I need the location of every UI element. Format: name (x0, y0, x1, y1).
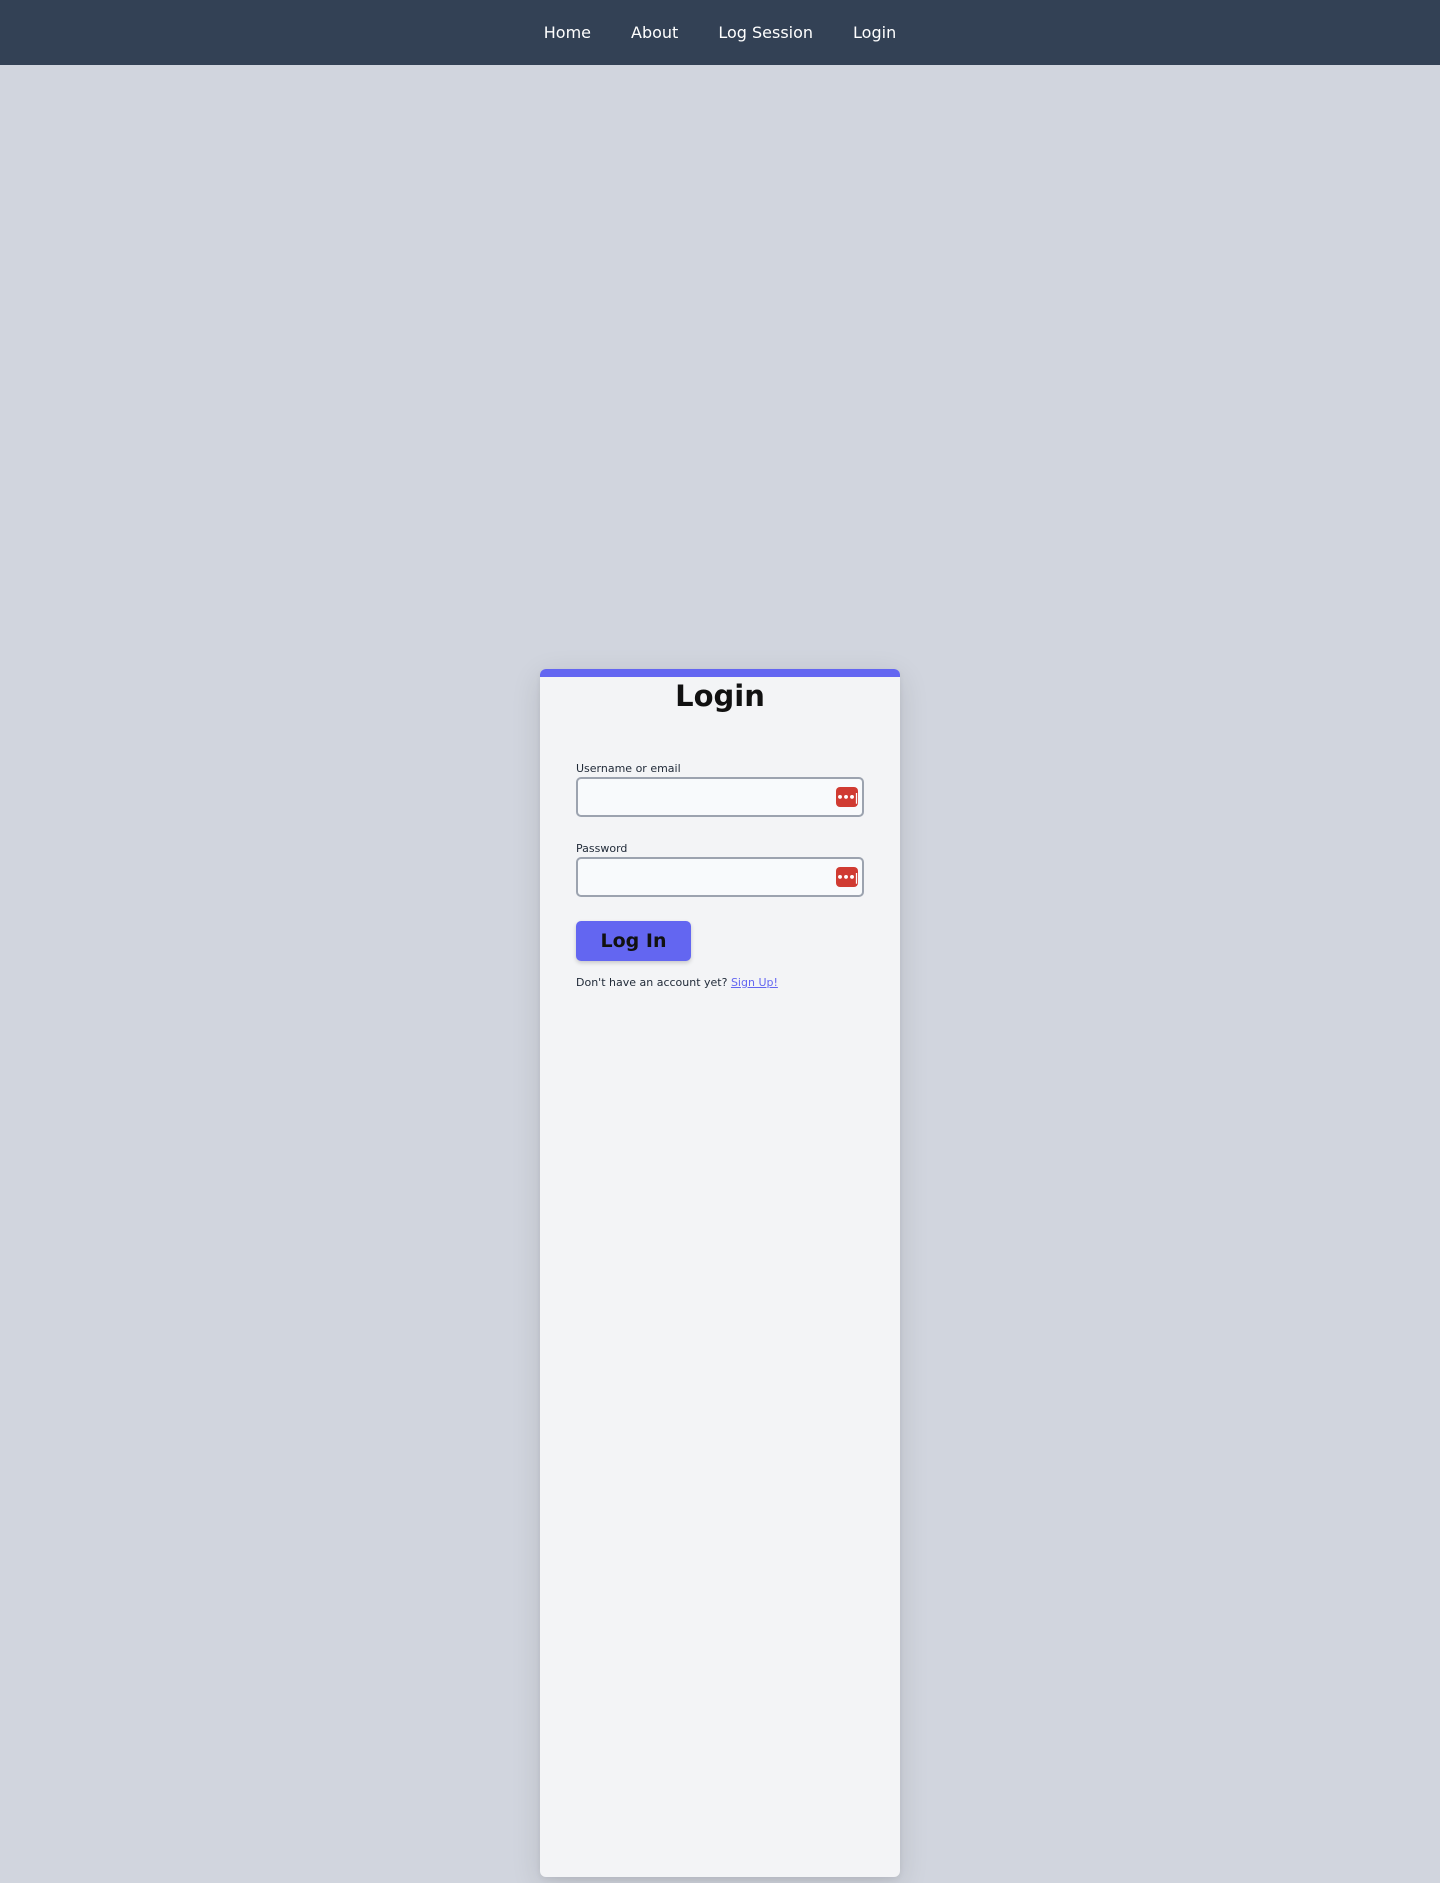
password-input[interactable] (576, 857, 864, 897)
signup-prompt-text: Don't have an account yet? (576, 976, 728, 989)
signup-link[interactable]: Sign Up! (731, 976, 778, 989)
nav-link-about[interactable]: About (631, 24, 678, 41)
nav-link-log-session[interactable]: Log Session (718, 24, 813, 41)
page-title: Login (675, 679, 765, 713)
nav-link-login[interactable]: Login (853, 24, 896, 41)
username-label: Username or email (576, 762, 681, 775)
password-manager-icon[interactable]: •••| (836, 787, 859, 807)
username-field-wrapper: •••| (576, 777, 864, 817)
signup-prompt-row: Don't have an account yet? Sign Up! (576, 976, 778, 990)
password-manager-icon[interactable]: •••| (836, 867, 859, 887)
password-field-wrapper: •••| (576, 857, 864, 897)
login-button[interactable]: Log In (576, 921, 691, 961)
card-accent-bar (540, 669, 900, 677)
top-navbar: Home About Log Session Login (0, 0, 1440, 65)
login-card: Login Username or email •••| Password ••… (540, 669, 900, 1877)
password-label: Password (576, 842, 628, 855)
username-input[interactable] (576, 777, 864, 817)
nav-link-home[interactable]: Home (544, 24, 591, 41)
